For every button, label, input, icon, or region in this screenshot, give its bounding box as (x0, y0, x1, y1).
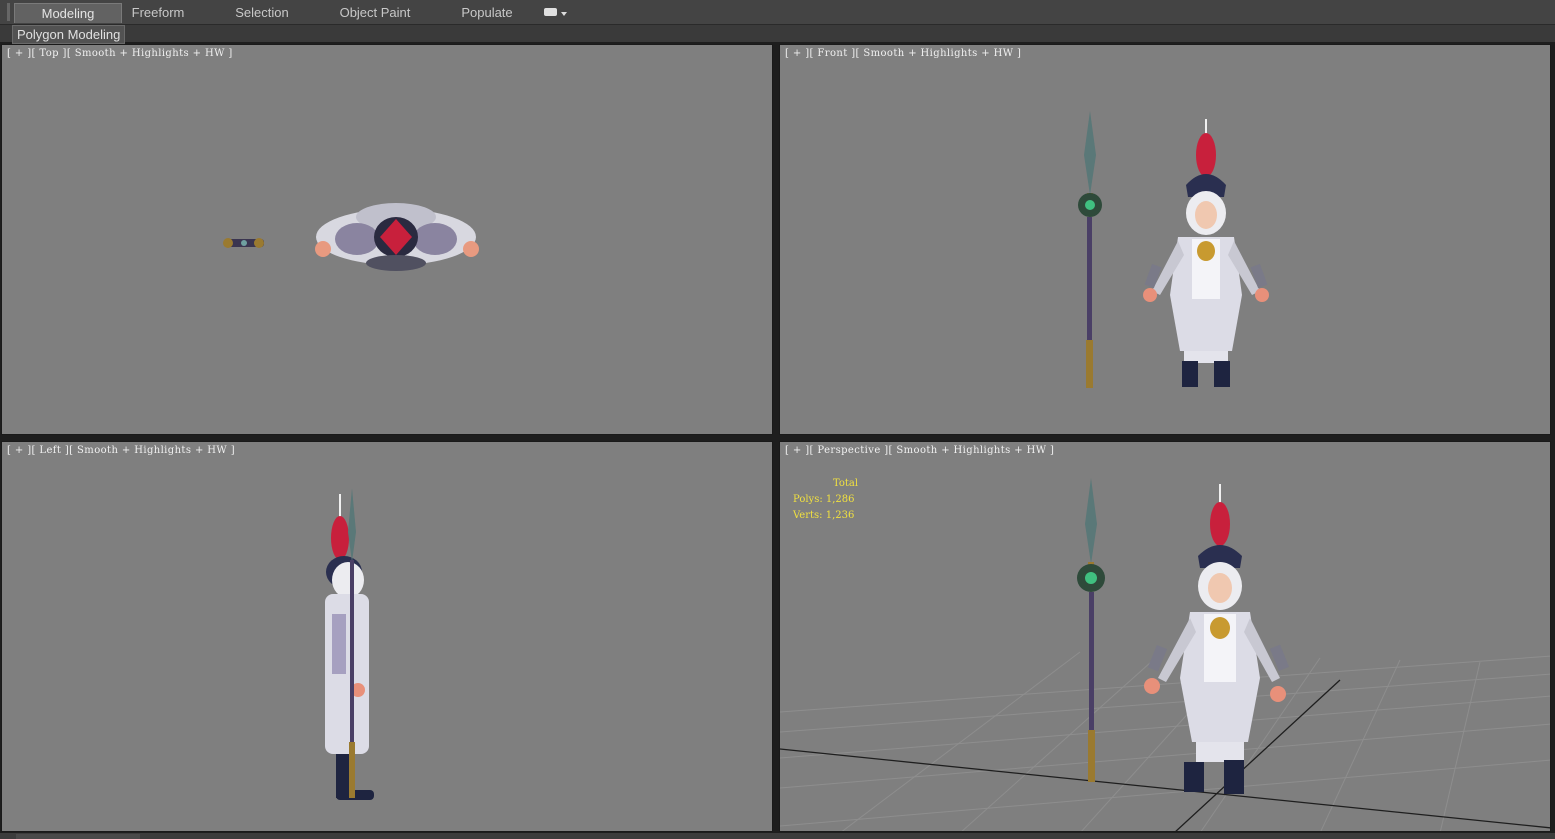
ribbon-grip[interactable] (7, 3, 10, 21)
viewport-front[interactable]: [ + ][ Front ][ Smooth + Highlights + HW… (779, 44, 1551, 435)
perspective-view-scene (780, 478, 1550, 831)
stats-title: Total (833, 478, 859, 489)
viewport-perspective[interactable]: [ + ][ Perspective ][ Smooth + Highlight… (779, 441, 1551, 832)
spear-perspective-view (1077, 478, 1105, 782)
tab-selection[interactable]: Selection (226, 3, 298, 22)
ribbon-panel-bar: Polygon Modeling (0, 25, 1555, 44)
soldier-front-view (1143, 119, 1269, 387)
tab-object-paint[interactable]: Object Paint (332, 3, 418, 22)
stats-polys: Polys: 1,286 (793, 494, 855, 505)
viewport-label[interactable]: [ + ][ Perspective ][ Smooth + Highlight… (785, 445, 1054, 456)
soldier-top-view (315, 203, 479, 271)
top-view-scene (223, 203, 479, 271)
status-field[interactable] (16, 834, 140, 839)
ribbon-menu-box-icon (544, 8, 557, 16)
scene-statistics: Total Polys: 1,286 Verts: 1,236 (793, 476, 858, 524)
viewport-left[interactable]: [ + ][ Left ][ Smooth + Highlights + HW … (1, 441, 773, 832)
chevron-down-icon (561, 12, 567, 16)
spear-front-view (1078, 111, 1102, 388)
ribbon-options-icon[interactable] (542, 5, 568, 20)
viewport-top[interactable]: [ + ][ Top ][ Smooth + Highlights + HW ] (1, 44, 773, 435)
viewport-label[interactable]: [ + ][ Top ][ Smooth + Highlights + HW ] (7, 48, 233, 59)
ribbon-bar: Modeling Freeform Selection Object Paint… (0, 0, 1555, 25)
tab-populate[interactable]: Populate (452, 3, 522, 22)
left-view-scene (325, 488, 374, 800)
tab-freeform[interactable]: Freeform (120, 3, 196, 22)
polygon-modeling-panel[interactable]: Polygon Modeling (12, 25, 126, 44)
viewport-label[interactable]: [ + ][ Left ][ Smooth + Highlights + HW … (7, 445, 235, 456)
spear-top-view (223, 238, 264, 248)
status-bar (0, 833, 1555, 839)
stats-verts: Verts: 1,236 (793, 510, 855, 521)
tab-modeling[interactable]: Modeling (14, 3, 122, 23)
viewport-label[interactable]: [ + ][ Front ][ Smooth + Highlights + HW… (785, 48, 1021, 59)
front-view-scene (1078, 111, 1269, 388)
